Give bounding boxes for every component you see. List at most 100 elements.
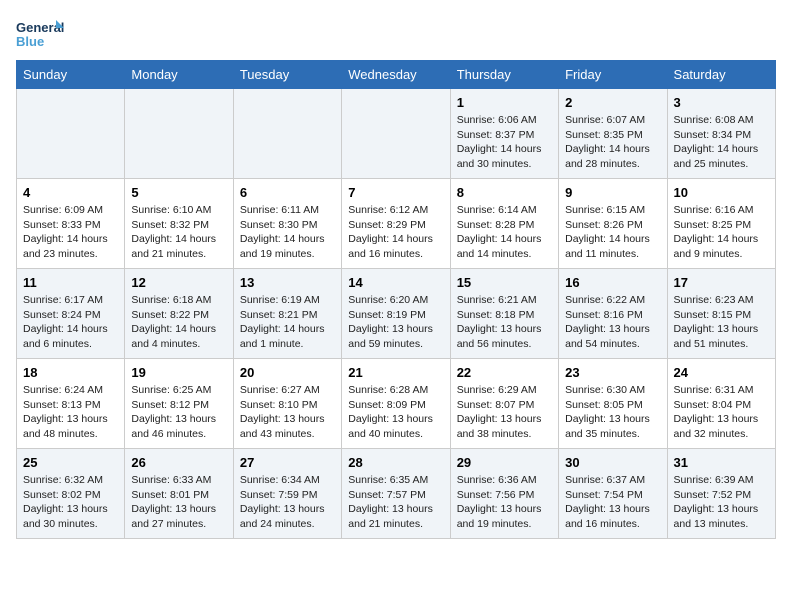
day-number: 11 [23,275,118,290]
day-info: Sunrise: 6:32 AM Sunset: 8:02 PM Dayligh… [23,473,118,532]
day-number: 25 [23,455,118,470]
day-header-tuesday: Tuesday [233,61,341,89]
day-info: Sunrise: 6:27 AM Sunset: 8:10 PM Dayligh… [240,383,335,442]
calendar-cell: 16 Sunrise: 6:22 AM Sunset: 8:16 PM Dayli… [559,269,667,359]
day-number: 17 [674,275,769,290]
calendar-cell: 6 Sunrise: 6:11 AM Sunset: 8:30 PM Daylig… [233,179,341,269]
day-info: Sunrise: 6:14 AM Sunset: 8:28 PM Dayligh… [457,203,552,262]
calendar-cell: 31 Sunrise: 6:39 AM Sunset: 7:52 PM Dayli… [667,449,775,539]
calendar-cell: 10 Sunrise: 6:16 AM Sunset: 8:25 PM Dayli… [667,179,775,269]
day-info: Sunrise: 6:21 AM Sunset: 8:18 PM Dayligh… [457,293,552,352]
day-number: 29 [457,455,552,470]
day-number: 28 [348,455,443,470]
day-info: Sunrise: 6:33 AM Sunset: 8:01 PM Dayligh… [131,473,226,532]
day-info: Sunrise: 6:37 AM Sunset: 7:54 PM Dayligh… [565,473,660,532]
day-number: 10 [674,185,769,200]
calendar-cell: 9 Sunrise: 6:15 AM Sunset: 8:26 PM Daylig… [559,179,667,269]
day-number: 5 [131,185,226,200]
day-info: Sunrise: 6:34 AM Sunset: 7:59 PM Dayligh… [240,473,335,532]
day-number: 16 [565,275,660,290]
day-header-thursday: Thursday [450,61,558,89]
calendar-cell: 7 Sunrise: 6:12 AM Sunset: 8:29 PM Daylig… [342,179,450,269]
calendar-cell: 17 Sunrise: 6:23 AM Sunset: 8:15 PM Dayli… [667,269,775,359]
day-number: 26 [131,455,226,470]
calendar-header: SundayMondayTuesdayWednesdayThursdayFrid… [17,61,776,89]
calendar-cell [17,89,125,179]
day-number: 8 [457,185,552,200]
day-number: 23 [565,365,660,380]
day-info: Sunrise: 6:20 AM Sunset: 8:19 PM Dayligh… [348,293,443,352]
day-info: Sunrise: 6:12 AM Sunset: 8:29 PM Dayligh… [348,203,443,262]
week-row-1: 1 Sunrise: 6:06 AM Sunset: 8:37 PM Daylig… [17,89,776,179]
day-number: 20 [240,365,335,380]
svg-text:Blue: Blue [16,34,44,49]
day-header-friday: Friday [559,61,667,89]
day-info: Sunrise: 6:15 AM Sunset: 8:26 PM Dayligh… [565,203,660,262]
day-number: 18 [23,365,118,380]
day-number: 2 [565,95,660,110]
calendar-cell [233,89,341,179]
week-row-4: 18 Sunrise: 6:24 AM Sunset: 8:13 PM Dayli… [17,359,776,449]
calendar-cell: 3 Sunrise: 6:08 AM Sunset: 8:34 PM Daylig… [667,89,775,179]
calendar-cell: 25 Sunrise: 6:32 AM Sunset: 8:02 PM Dayli… [17,449,125,539]
calendar-cell: 22Sunrise: 6:29 AM Sunset: 8:07 PM Dayli… [450,359,558,449]
calendar-cell: 18 Sunrise: 6:24 AM Sunset: 8:13 PM Dayli… [17,359,125,449]
day-number: 22 [457,365,552,380]
day-header-saturday: Saturday [667,61,775,89]
day-number: 19 [131,365,226,380]
day-number: 7 [348,185,443,200]
logo-icon: General Blue [16,16,66,52]
calendar-cell: 20 Sunrise: 6:27 AM Sunset: 8:10 PM Dayli… [233,359,341,449]
day-number: 15 [457,275,552,290]
calendar-cell: 21 Sunrise: 6:28 AM Sunset: 8:09 PM Dayli… [342,359,450,449]
calendar-cell: 30 Sunrise: 6:37 AM Sunset: 7:54 PM Dayli… [559,449,667,539]
day-info: Sunrise: 6:17 AM Sunset: 8:24 PM Dayligh… [23,293,118,352]
day-info: Sunrise: 6:18 AM Sunset: 8:22 PM Dayligh… [131,293,226,352]
day-info: Sunrise: 6:23 AM Sunset: 8:15 PM Dayligh… [674,293,769,352]
day-number: 4 [23,185,118,200]
calendar-cell: 27Sunrise: 6:34 AM Sunset: 7:59 PM Dayli… [233,449,341,539]
day-info: Sunrise: 6:24 AM Sunset: 8:13 PM Dayligh… [23,383,118,442]
calendar-cell: 4Sunrise: 6:09 AM Sunset: 8:33 PM Daylig… [17,179,125,269]
day-info: Sunrise: 6:30 AM Sunset: 8:05 PM Dayligh… [565,383,660,442]
calendar-cell: 14Sunrise: 6:20 AM Sunset: 8:19 PM Dayli… [342,269,450,359]
day-info: Sunrise: 6:16 AM Sunset: 8:25 PM Dayligh… [674,203,769,262]
calendar-cell: 12 Sunrise: 6:18 AM Sunset: 8:22 PM Dayli… [125,269,233,359]
day-number: 12 [131,275,226,290]
day-number: 6 [240,185,335,200]
calendar-cell: 26 Sunrise: 6:33 AM Sunset: 8:01 PM Dayli… [125,449,233,539]
day-info: Sunrise: 6:39 AM Sunset: 7:52 PM Dayligh… [674,473,769,532]
calendar-cell [342,89,450,179]
calendar-cell: 24Sunrise: 6:31 AM Sunset: 8:04 PM Dayli… [667,359,775,449]
day-number: 30 [565,455,660,470]
day-number: 9 [565,185,660,200]
day-info: Sunrise: 6:36 AM Sunset: 7:56 PM Dayligh… [457,473,552,532]
day-info: Sunrise: 6:28 AM Sunset: 8:09 PM Dayligh… [348,383,443,442]
calendar-body: 1 Sunrise: 6:06 AM Sunset: 8:37 PM Daylig… [17,89,776,539]
page-header: General Blue [16,16,776,52]
calendar-cell: 5 Sunrise: 6:10 AM Sunset: 8:32 PM Daylig… [125,179,233,269]
day-number: 1 [457,95,552,110]
day-info: Sunrise: 6:08 AM Sunset: 8:34 PM Dayligh… [674,113,769,172]
day-number: 31 [674,455,769,470]
week-row-3: 11 Sunrise: 6:17 AM Sunset: 8:24 PM Dayli… [17,269,776,359]
week-row-5: 25 Sunrise: 6:32 AM Sunset: 8:02 PM Dayli… [17,449,776,539]
calendar-cell: 23 Sunrise: 6:30 AM Sunset: 8:05 PM Dayli… [559,359,667,449]
calendar-cell: 2Sunrise: 6:07 AM Sunset: 8:35 PM Daylig… [559,89,667,179]
day-info: Sunrise: 6:11 AM Sunset: 8:30 PM Dayligh… [240,203,335,262]
day-info: Sunrise: 6:19 AM Sunset: 8:21 PM Dayligh… [240,293,335,352]
day-info: Sunrise: 6:35 AM Sunset: 7:57 PM Dayligh… [348,473,443,532]
day-info: Sunrise: 6:10 AM Sunset: 8:32 PM Dayligh… [131,203,226,262]
day-info: Sunrise: 6:06 AM Sunset: 8:37 PM Dayligh… [457,113,552,172]
calendar-cell: 29 Sunrise: 6:36 AM Sunset: 7:56 PM Dayli… [450,449,558,539]
day-number: 21 [348,365,443,380]
calendar-cell: 19Sunrise: 6:25 AM Sunset: 8:12 PM Dayli… [125,359,233,449]
week-row-2: 4Sunrise: 6:09 AM Sunset: 8:33 PM Daylig… [17,179,776,269]
day-number: 3 [674,95,769,110]
calendar-cell: 11 Sunrise: 6:17 AM Sunset: 8:24 PM Dayli… [17,269,125,359]
calendar-cell [125,89,233,179]
day-number: 24 [674,365,769,380]
calendar-table: SundayMondayTuesdayWednesdayThursdayFrid… [16,60,776,539]
day-info: Sunrise: 6:22 AM Sunset: 8:16 PM Dayligh… [565,293,660,352]
calendar-cell: 1 Sunrise: 6:06 AM Sunset: 8:37 PM Daylig… [450,89,558,179]
